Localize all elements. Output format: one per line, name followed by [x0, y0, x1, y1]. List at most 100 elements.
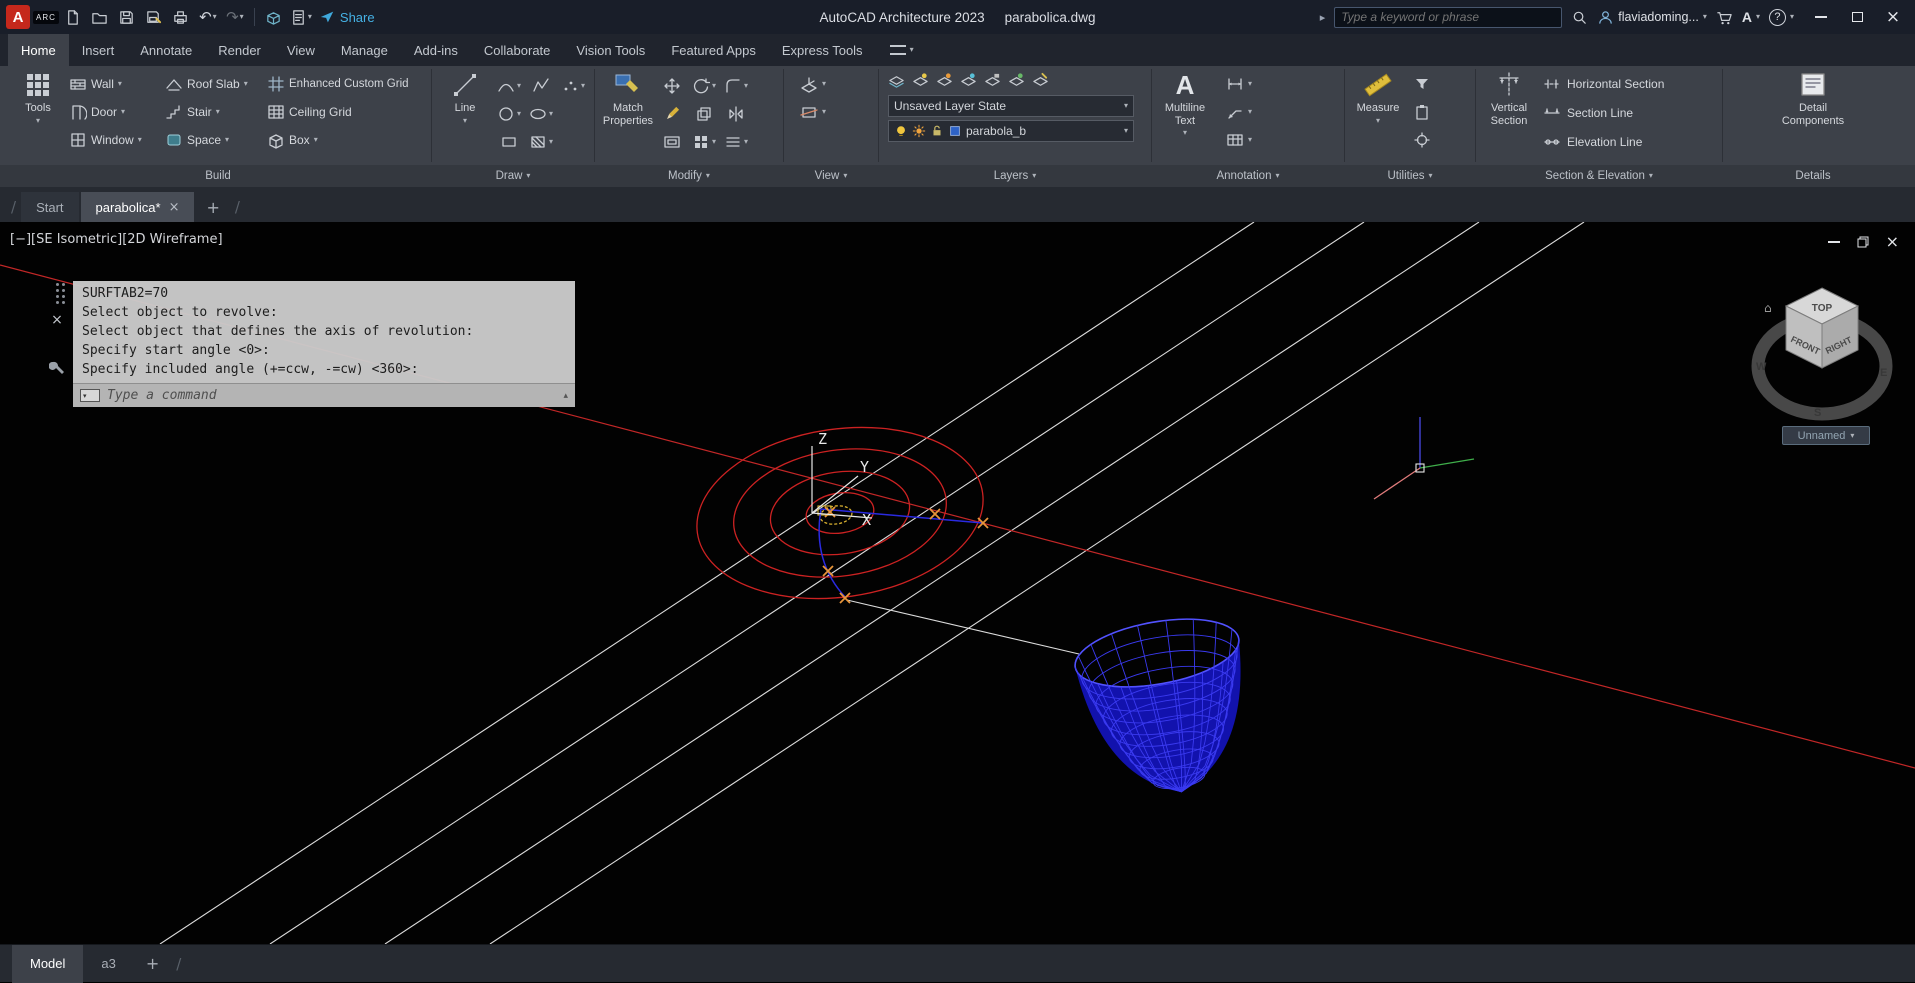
polyline-button[interactable] — [525, 72, 557, 100]
window-button[interactable]: Window ▾ — [66, 129, 162, 151]
door-button[interactable]: Door ▾ — [66, 101, 162, 123]
viewcube-home-icon[interactable]: ⌂ — [1764, 301, 1772, 315]
rectangle-button[interactable] — [493, 128, 525, 156]
panel-label-draw[interactable]: Draw ▾ — [437, 165, 589, 187]
compass-south[interactable]: S — [1814, 407, 1821, 419]
panel-label-layers[interactable]: Layers ▾ — [884, 165, 1146, 187]
tab-insert[interactable]: Insert — [69, 34, 128, 66]
copy-button[interactable] — [688, 100, 720, 128]
panel-label-utilities[interactable]: Utilities ▾ — [1350, 165, 1470, 187]
window-maximize-button[interactable] — [1839, 0, 1875, 34]
redo-button[interactable]: ↷ ▾ — [222, 4, 248, 30]
offset-button[interactable] — [656, 128, 688, 156]
revolve-circles[interactable] — [686, 410, 995, 616]
box-button[interactable]: Box ▾ — [264, 129, 420, 151]
detail-components-button[interactable]: Detail Components — [1773, 66, 1853, 127]
dimension-button[interactable]: ▾ — [1223, 73, 1323, 95]
layout-tab-a3[interactable]: a3 — [83, 945, 133, 983]
command-prompt-icon[interactable]: ▾ — [80, 389, 100, 402]
panel-label-modify[interactable]: Modify ▾ — [600, 165, 778, 187]
table-button[interactable]: ▾ — [1223, 129, 1323, 151]
tab-home[interactable]: Home — [8, 34, 69, 66]
hatch-button[interactable]: ▾ — [525, 128, 557, 156]
viewport-restore-icon[interactable] — [1857, 236, 1869, 248]
ucs-button[interactable]: ▾ — [797, 73, 869, 95]
panel-label-view[interactable]: View ▾ — [789, 165, 873, 187]
model-tab[interactable]: Model — [12, 944, 84, 983]
space-button[interactable]: Space ▾ — [162, 129, 264, 151]
search-input[interactable] — [1341, 10, 1556, 24]
circle-button[interactable]: ▾ — [493, 100, 525, 128]
measure-button[interactable]: Measure ▾ — [1350, 66, 1406, 125]
viewport-close-icon[interactable]: × — [1886, 232, 1899, 251]
layer-state-combo[interactable]: Unsaved Layer State ▾ — [888, 95, 1134, 117]
tab-express-tools[interactable]: Express Tools — [769, 34, 876, 66]
tools-button[interactable]: Tools ▾ — [10, 66, 66, 125]
compass-east[interactable]: E — [1880, 367, 1887, 379]
tab-vision-tools[interactable]: Vision Tools — [563, 34, 658, 66]
layer-off-icon[interactable] — [912, 72, 929, 89]
modify-more-button[interactable]: ▾ — [720, 128, 752, 156]
undo-button[interactable]: ↶ ▾ — [195, 4, 221, 30]
new-layout-button[interactable]: + — [134, 954, 171, 973]
tab-addins[interactable]: Add-ins — [401, 34, 471, 66]
ellipse-button[interactable]: ▾ — [525, 100, 557, 128]
layer-make-current-icon[interactable] — [1008, 72, 1025, 89]
id-point-button[interactable] — [1410, 129, 1434, 151]
window-minimize-button[interactable] — [1803, 0, 1839, 34]
move-button[interactable] — [656, 72, 688, 100]
ribbon-display-toggle[interactable]: ▾ — [882, 34, 922, 66]
section-line-button[interactable]: Section Line — [1543, 101, 1664, 125]
named-view-button[interactable]: Unnamed ▾ — [1782, 426, 1870, 445]
viewport-controls-label[interactable]: [−][SE Isometric][2D Wireframe] — [10, 232, 223, 247]
wall-button[interactable]: Wall ▾ — [66, 73, 162, 95]
arc-button[interactable]: ▾ — [493, 72, 525, 100]
command-expand-icon[interactable]: ▴ — [563, 391, 568, 401]
share-button[interactable]: Share — [319, 9, 375, 25]
window-close-button[interactable]: × — [1875, 0, 1911, 34]
search-box[interactable] — [1334, 6, 1563, 28]
layer-freeze-icon[interactable] — [960, 72, 977, 89]
multiline-text-button[interactable]: A Multiline Text ▾ — [1157, 66, 1213, 137]
help-button[interactable]: ? ▾ — [1768, 8, 1794, 26]
stair-button[interactable]: Stair ▾ — [162, 101, 264, 123]
new-tab-button[interactable]: + — [196, 192, 229, 222]
ceiling-grid-button[interactable]: Ceiling Grid — [264, 101, 420, 123]
tab-featured-apps[interactable]: Featured Apps — [658, 34, 769, 66]
leader-button[interactable]: ▾ — [1223, 101, 1323, 123]
open-file-button[interactable] — [87, 4, 113, 30]
layer-match-icon[interactable] — [1032, 72, 1049, 89]
panel-label-annotation[interactable]: Annotation ▾ — [1157, 165, 1339, 187]
layer-isolate-icon[interactable] — [936, 72, 953, 89]
erase-button[interactable] — [656, 100, 688, 128]
line-button[interactable]: Line ▾ — [437, 66, 493, 125]
elevation-line-button[interactable]: Elevation Line — [1543, 130, 1664, 154]
quick-select-button[interactable] — [1410, 73, 1434, 95]
panel-label-section-elevation[interactable]: Section & Elevation ▾ — [1481, 165, 1717, 187]
cart-icon[interactable] — [1716, 9, 1733, 26]
point-button[interactable]: ▾ — [557, 72, 589, 100]
autodesk-access-button[interactable]: A ▾ — [1742, 9, 1760, 25]
array-button[interactable]: ▾ — [688, 128, 720, 156]
close-tab-icon[interactable]: × — [169, 200, 180, 215]
viewcube[interactable]: ⌂ TOP FRONT RIGHT W S E — [1750, 266, 1900, 436]
tab-collaborate[interactable]: Collaborate — [471, 34, 564, 66]
layer-properties-icon[interactable] — [888, 72, 905, 89]
clip-button[interactable]: ▾ — [797, 101, 869, 123]
viewcube-label-top[interactable]: TOP — [1812, 303, 1833, 314]
enhanced-custom-grid-button[interactable]: Enhanced Custom Grid — [264, 73, 420, 95]
chevron-right-icon[interactable]: ▸ — [1320, 11, 1326, 24]
command-drag-handle[interactable] — [55, 283, 59, 286]
compass-west[interactable]: W — [1756, 361, 1767, 373]
command-input[interactable]: ▾ Type a command ▴ — [73, 383, 575, 407]
file-tab-start[interactable]: Start — [21, 192, 79, 222]
tab-view[interactable]: View — [274, 34, 328, 66]
plot-button[interactable] — [168, 4, 194, 30]
search-icon[interactable] — [1571, 9, 1588, 26]
save-button[interactable] — [114, 4, 140, 30]
workspace-button[interactable] — [261, 4, 287, 30]
command-close-icon[interactable]: × — [51, 312, 63, 328]
current-layer-combo[interactable]: parabola_b ▾ — [888, 120, 1134, 142]
save-as-button[interactable] — [141, 4, 167, 30]
sheet-set-button[interactable]: ▾ — [288, 4, 314, 30]
